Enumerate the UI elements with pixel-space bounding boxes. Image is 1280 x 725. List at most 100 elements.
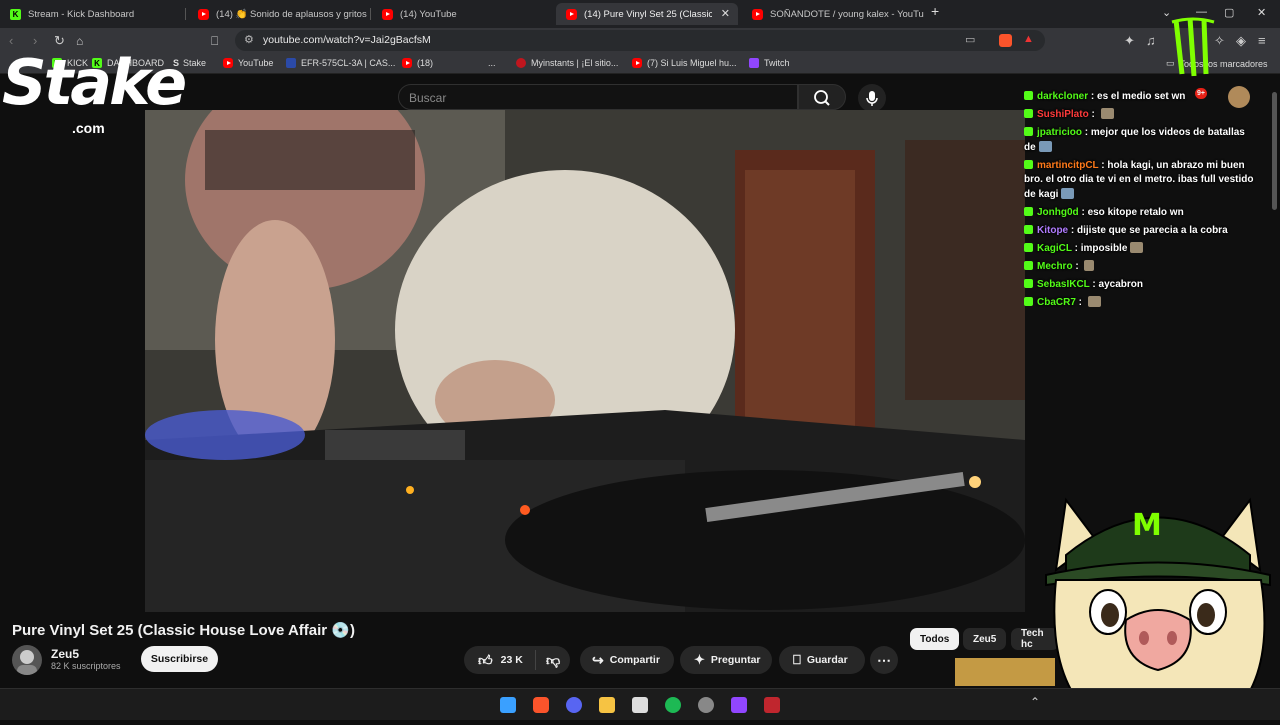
like-dislike-group: 👍︎ 23 K 👎︎ [464, 646, 570, 674]
ask-button[interactable]: ✦ Preguntar [680, 646, 772, 674]
video-player[interactable] [145, 110, 1025, 612]
sparkle-icon: ✦ [694, 652, 705, 667]
stake-logo: Stake .com [2, 46, 187, 137]
file-explorer-icon[interactable] [599, 697, 615, 713]
tab-pure-vinyl-set[interactable]: (14) Pure Vinyl Set 25 (Classic Ho ✕ [556, 3, 738, 25]
youtube-icon [566, 8, 577, 20]
cat-mascot-overlay: M [1036, 480, 1280, 721]
site-settings-icon[interactable]: ⚙ [244, 33, 254, 46]
discord-taskbar-icon[interactable] [566, 697, 582, 713]
video-title: Pure Vinyl Set 25 (Classic House Love Af… [12, 622, 355, 639]
windows-start-icon[interactable] [500, 697, 516, 713]
bookmark-icon[interactable]: ⎕ [211, 33, 218, 49]
youtube-icon [198, 8, 209, 20]
chip-zeu5[interactable]: Zeu5 [963, 628, 1007, 650]
page-scrollbar[interactable] [1272, 92, 1277, 210]
brave-taskbar-icon[interactable] [533, 697, 549, 713]
close-tab-icon[interactable]: ✕ [721, 7, 730, 20]
extensions-icon[interactable]: ✦ [1124, 33, 1135, 49]
tab-label: SOÑANDOTE / young kalex - YouTub [770, 8, 924, 20]
like-count: 23 K [500, 654, 523, 666]
twitch-icon [749, 58, 759, 68]
app-grid-taskbar-icon[interactable] [731, 697, 747, 713]
kick-badge-icon [1024, 296, 1033, 306]
search-icon [814, 90, 830, 106]
tray-chevron-icon[interactable]: ⌃ [1030, 695, 1040, 709]
chip-todos[interactable]: Todos [910, 628, 960, 650]
youtube-icon [752, 8, 763, 20]
kick-badge-icon [1024, 278, 1033, 288]
share-button[interactable]: ↪ Compartir [580, 646, 674, 674]
chat-overlay: darkcloner : es el medio set wn SushiPla… [1024, 90, 1256, 314]
more-actions-button[interactable]: ⋯ [870, 646, 898, 674]
browser-tab-strip: K Stream - Kick Dashboard (14) 👏 Sonido … [0, 0, 1280, 28]
menu-icon[interactable]: ≡ [1258, 33, 1266, 49]
brave-shields-icon[interactable] [999, 34, 1012, 47]
share-icon: ↪ [592, 651, 604, 668]
cast-icon[interactable]: ▭ [965, 33, 975, 46]
address-url[interactable]: youtube.com/watch?v=Jai2gBacfsM [263, 34, 431, 46]
kick-badge-icon [1024, 127, 1033, 136]
kick-badge-icon [1024, 206, 1033, 216]
bookmark-more[interactable]: ... [488, 58, 496, 68]
bookmarks-bar: K KICK K DASHBOARD S Stake YouTube EFR-575C… [0, 54, 1280, 74]
emote-icon [1087, 295, 1101, 307]
bookmark-youtube[interactable]: YouTube [223, 58, 273, 68]
vpn-icon[interactable]: ◈ [1236, 33, 1246, 49]
new-tab-icon[interactable]: + [931, 3, 939, 19]
spotify-taskbar-icon[interactable] [665, 697, 681, 713]
tab-youtube[interactable]: (14) YouTube [372, 3, 552, 25]
channel-avatar[interactable] [12, 645, 42, 675]
kick-badge-icon [1024, 159, 1033, 169]
like-button[interactable]: 👍︎ 23 K [464, 650, 536, 670]
kick-badge-icon [1024, 242, 1033, 252]
save-button[interactable]: ⎕ Guardar [779, 646, 865, 674]
tab-kick-dashboard[interactable]: K Stream - Kick Dashboard [0, 3, 180, 25]
chat-message: CbaCR7 : [1024, 295, 1256, 311]
browser-toolbar: ‹ › ↻ ⌂ ⎕ ⚙ youtube.com/watch?v=Jai2gBac… [0, 28, 1280, 54]
kick-badge-icon [1024, 260, 1033, 270]
thumbs-up-icon: 👍︎ [478, 651, 493, 668]
chat-message: SushiPlato : [1024, 108, 1256, 123]
more-icon: ⋯ [877, 651, 891, 668]
bookmark-18[interactable]: (18) [402, 58, 433, 68]
youtube-icon [632, 58, 642, 68]
tab-label: (14) 👏 Sonido de aplausos y gritos [216, 8, 367, 20]
emote-icon [1061, 187, 1075, 199]
dislike-button[interactable]: 👎︎ [536, 652, 560, 669]
bookmark-myinstants[interactable]: Myinstants | ¡El sitio... [516, 58, 618, 68]
casio-icon [286, 58, 296, 68]
address-bar[interactable]: ⚙ youtube.com/watch?v=Jai2gBacfsM ▭ ▲ [235, 30, 1045, 51]
chat-message: KagiCL : imposible [1024, 241, 1256, 257]
voice-search-button[interactable] [858, 84, 886, 112]
steam-taskbar-icon[interactable] [698, 697, 714, 713]
tab-aplausos[interactable]: (14) 👏 Sonido de aplausos y gritos [188, 3, 368, 25]
tab-separator [185, 8, 186, 20]
youtube-icon [402, 58, 412, 68]
cat-mascot-icon: M [1045, 497, 1271, 721]
tab-separator [370, 8, 371, 20]
chat-message: jpatricioo : mejor que los videos de bat… [1024, 127, 1245, 153]
subscribe-button[interactable]: Suscribirse [141, 646, 218, 672]
tab-label: Stream - Kick Dashboard [28, 8, 135, 20]
tab-label: (14) YouTube [400, 8, 457, 20]
brave-rewards-icon[interactable]: ▲ [1023, 33, 1034, 45]
channel-subscribers: 82 K suscriptores [51, 661, 121, 671]
channel-name[interactable]: Zeu5 [51, 647, 79, 661]
close-window-icon[interactable]: ✕ [1257, 6, 1266, 19]
chat-message: Kitope : dijiste que se parecia a la cob… [1024, 224, 1256, 239]
bookmark-casio[interactable]: EFR-575CL-3A | CAS... [286, 58, 395, 68]
media-icon[interactable]: ♫ [1146, 33, 1156, 49]
tab-sonandote[interactable]: SOÑANDOTE / young kalex - YouTub [742, 3, 924, 25]
windows-taskbar: ⌃ [0, 688, 1280, 720]
microphone-icon [866, 91, 878, 106]
search-button[interactable] [798, 84, 846, 110]
bookmark-twitch[interactable]: Twitch [749, 58, 790, 68]
search-input[interactable]: Buscar [398, 84, 798, 110]
bookmark-luis-miguel[interactable]: (7) Si Luis Miguel hu... [632, 58, 737, 68]
kick-badge-icon [1024, 91, 1033, 100]
maximize-icon[interactable]: ▢ [1224, 6, 1234, 19]
valorant-taskbar-icon[interactable] [764, 697, 780, 713]
obs-taskbar-icon[interactable] [632, 697, 648, 713]
search-placeholder: Buscar [409, 91, 447, 105]
